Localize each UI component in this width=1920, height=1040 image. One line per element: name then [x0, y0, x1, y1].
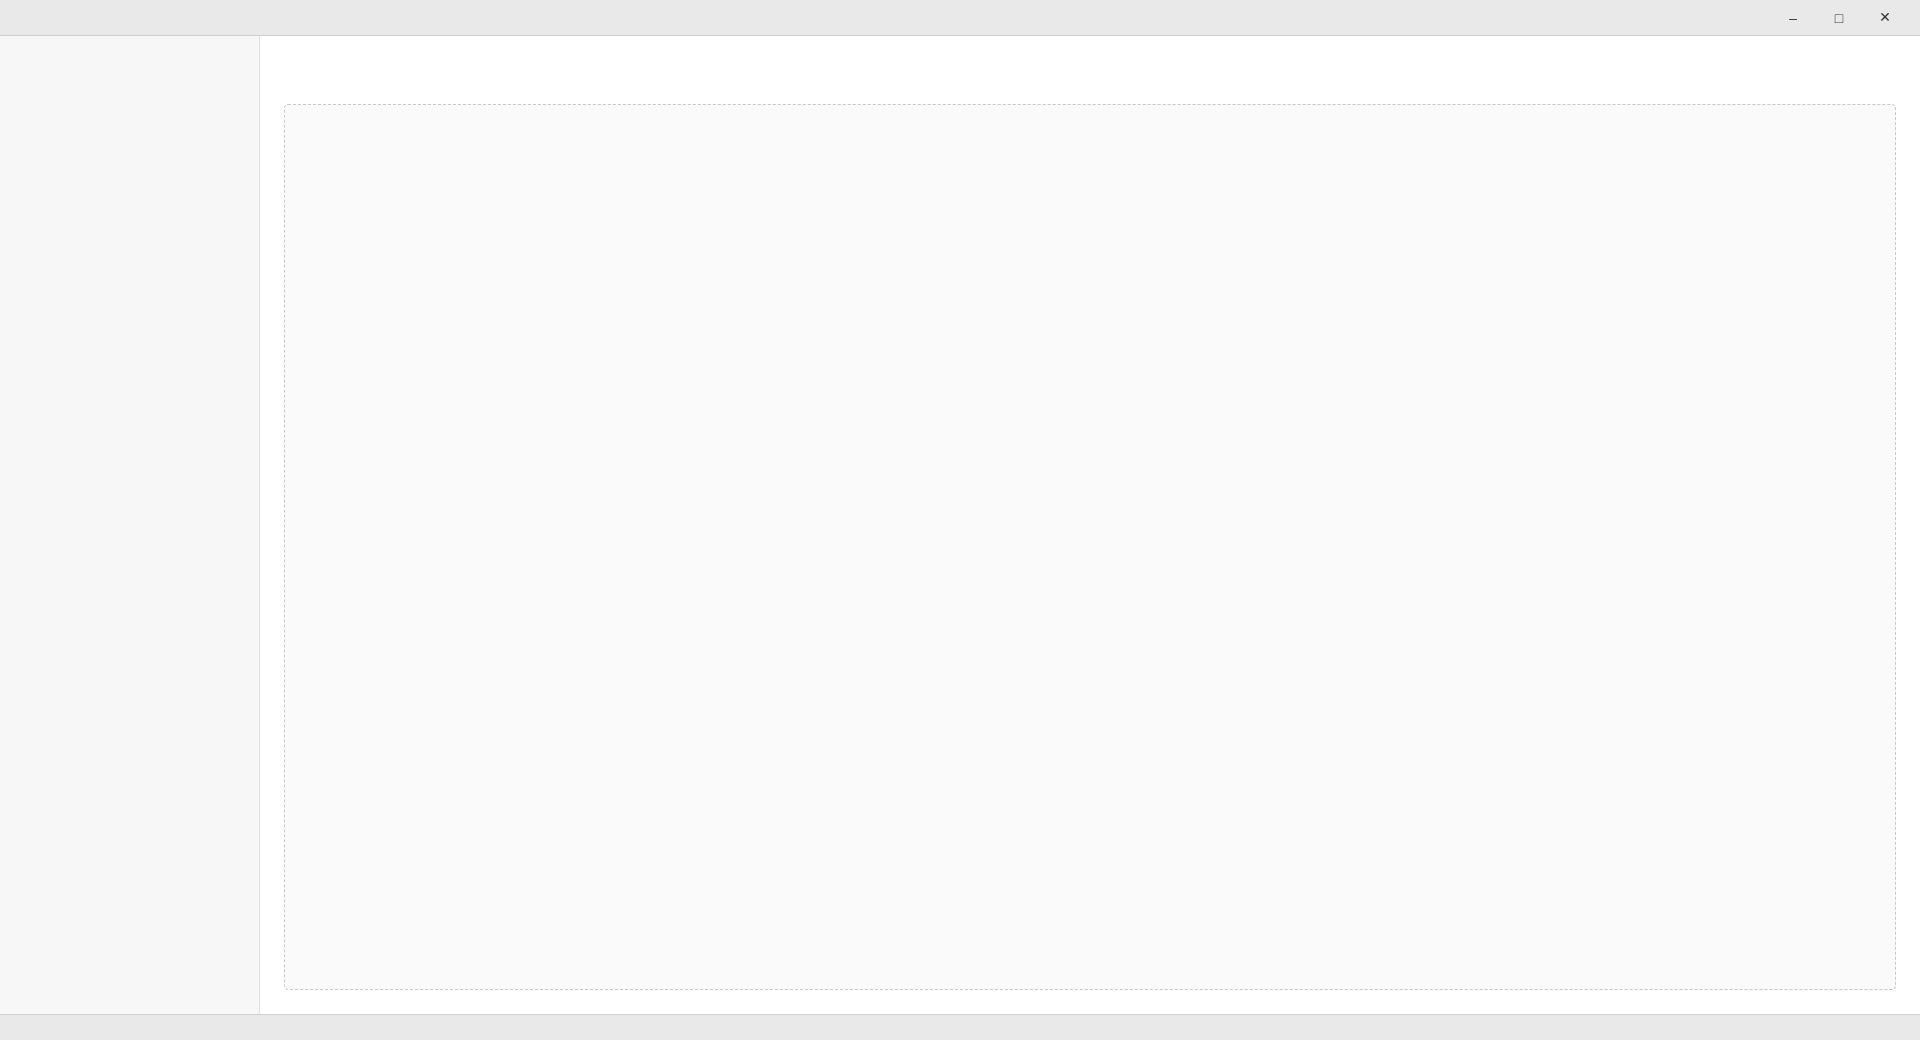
close-button[interactable]: ✕	[1862, 0, 1908, 36]
sidebar	[0, 36, 260, 1014]
maximize-button[interactable]: □	[1816, 0, 1862, 36]
window-controls: – □ ✕	[1770, 0, 1908, 36]
main-area	[260, 36, 1920, 1014]
content-area	[284, 104, 1896, 990]
window-body	[0, 36, 1920, 1014]
status-bar	[0, 1014, 1920, 1040]
minimize-button[interactable]: –	[1770, 0, 1816, 36]
page-title	[284, 60, 1896, 88]
title-bar: – □ ✕	[0, 0, 1920, 36]
application-window: – □ ✕	[0, 0, 1920, 1040]
